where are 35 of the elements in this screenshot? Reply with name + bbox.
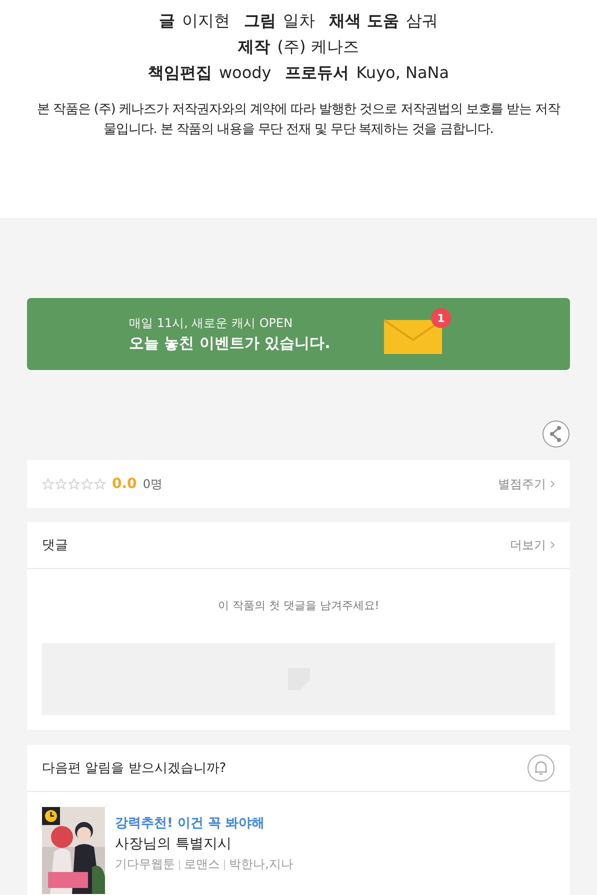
credit-name: 삼궈: [406, 10, 438, 32]
recommend-tag: 강력추천! 이건 꼭 봐야해: [115, 814, 293, 832]
meta-text: 박한나,지나: [229, 856, 293, 873]
banner-subtitle: 매일 11시, 새로운 캐시 OPEN: [129, 315, 294, 332]
credit-name: 일차: [283, 10, 316, 32]
notification-badge: 1: [431, 308, 451, 328]
copyright-notice: 본 작품은 (주) 케나즈가 저작권자와의 계약에 따라 발행한 것으로 저작권법의 보호를 받는 저작물입니다. 본 작품의 내용을 무단 전재 및 무단 복제하는 것을 금합니다.: [36, 101, 562, 139]
credit-role: 책임편집: [148, 62, 212, 84]
credit-role: 글: [159, 10, 176, 32]
rating-count: 0명: [142, 476, 162, 492]
chevron-icon: [550, 480, 555, 488]
credit-role: 프로듀서: [285, 62, 350, 84]
meta-text: 기다무웹툰: [115, 856, 175, 873]
alert-question: 다음편 알림을 받으시겠습니까?: [42, 760, 226, 777]
more-link[interactable]: 더보기: [510, 536, 555, 554]
credit-name: woody: [218, 62, 272, 84]
rating-score: 0.0: [112, 476, 137, 492]
empty-message: 이 작품의 첫 댓글을 남겨주세요!: [216, 598, 380, 613]
event-banner[interactable]: 매일 11시, 새로운 캐시 OPEN 오늘 놓친 이벤트가 있습니다. 1: [27, 298, 570, 370]
share-icon[interactable]: [542, 420, 570, 448]
credit-role: 채색 도움: [329, 10, 399, 32]
banner-title: 오늘 놓친 이벤트가 있습니다.: [129, 333, 330, 354]
credit-name: 이지현: [182, 10, 230, 32]
bell-icon[interactable]: [527, 754, 555, 782]
credit-role: 그림: [244, 10, 276, 32]
credit-name: (주) 케나즈: [277, 36, 359, 58]
meta-text: 로맨스: [184, 856, 220, 873]
comments-title: 댓글: [42, 537, 68, 554]
credit-role: 제작: [238, 36, 270, 58]
recommend-title[interactable]: 사장님의 특별지시: [115, 835, 293, 853]
comment-field[interactable]: [42, 643, 555, 715]
credit-name: Kuyo, NaNa: [356, 62, 450, 84]
clock-icon: [42, 807, 60, 825]
rate-link[interactable]: 별점주기: [498, 476, 555, 492]
chevron-icon: [550, 540, 555, 548]
